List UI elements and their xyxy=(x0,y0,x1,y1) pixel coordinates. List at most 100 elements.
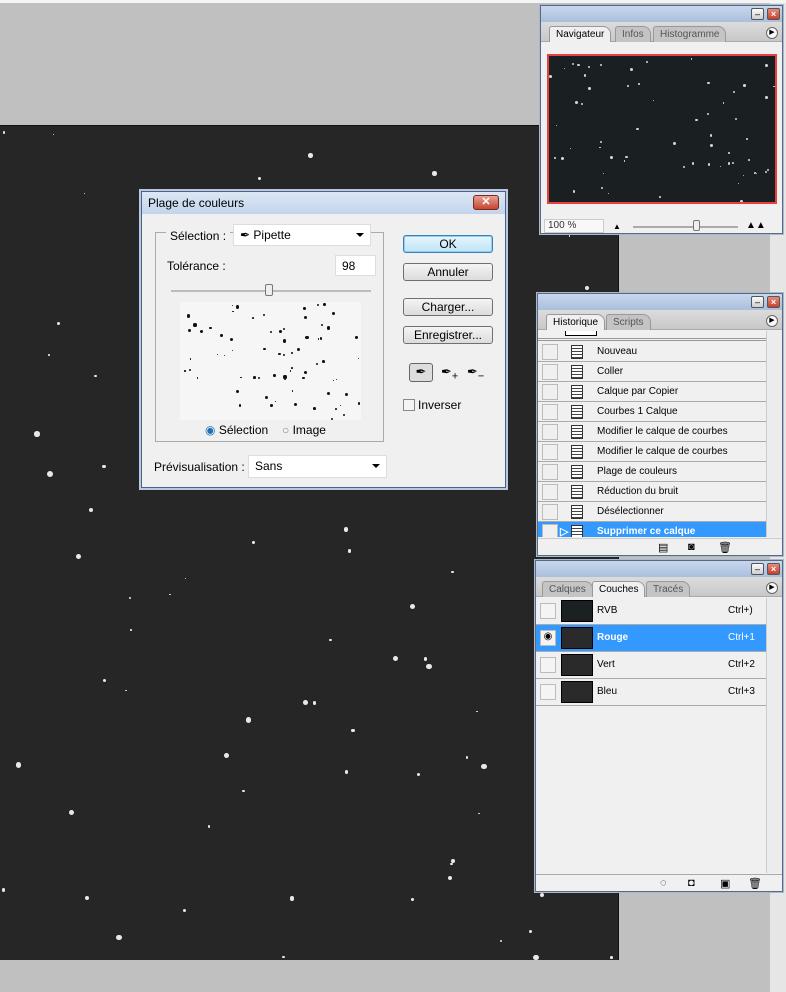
zoom-out-icon[interactable]: ▲ xyxy=(613,222,621,231)
history-item[interactable]: Nouveau xyxy=(538,342,768,362)
radio-selection-label: Sélection xyxy=(218,423,269,437)
color-range-dialog: Plage de couleurs ✕ Sélection : ✒ Pipett… xyxy=(141,191,506,488)
history-item[interactable]: Réduction du bruit xyxy=(538,482,768,502)
history-item[interactable]: Plage de couleurs xyxy=(538,462,768,482)
channel-shortcut: Ctrl+2 xyxy=(728,659,755,670)
panel-menu-icon[interactable]: ▶ xyxy=(766,27,778,39)
tab-infos[interactable]: Infos xyxy=(615,26,651,42)
zoom-slider-thumb[interactable] xyxy=(693,220,700,231)
visibility-toggle[interactable] xyxy=(540,657,556,673)
history-checkbox[interactable] xyxy=(542,384,558,400)
history-item[interactable]: Modifier le calque de courbes xyxy=(538,422,768,442)
star xyxy=(659,195,661,198)
history-checkbox[interactable] xyxy=(542,424,558,440)
history-checkbox[interactable] xyxy=(542,504,558,520)
tab-calques[interactable]: Calques xyxy=(542,581,593,597)
cancel-button[interactable]: Annuler xyxy=(403,263,493,281)
visibility-toggle[interactable]: ◉ xyxy=(540,630,556,646)
new-channel-icon[interactable]: ▣ xyxy=(720,877,730,890)
channel-row[interactable]: Vert Ctrl+2 xyxy=(536,652,766,679)
star xyxy=(102,464,107,469)
zoom-field[interactable]: 100 % xyxy=(544,219,604,233)
minimize-icon[interactable]: – xyxy=(751,8,764,20)
close-icon[interactable]: × xyxy=(767,8,780,20)
history-checkbox[interactable] xyxy=(542,404,558,420)
selection-preview[interactable] xyxy=(180,302,361,420)
minimize-icon[interactable]: – xyxy=(751,296,764,308)
history-scrollbar[interactable] xyxy=(766,331,782,537)
zoom-slider[interactable] xyxy=(633,226,738,228)
star xyxy=(282,353,286,357)
close-icon[interactable]: × xyxy=(767,296,780,308)
channels-scrollbar[interactable] xyxy=(766,598,782,873)
eyedropper-add-icon[interactable]: ✒+ xyxy=(441,364,458,383)
tab-navigateur[interactable]: Navigateur xyxy=(549,26,612,42)
history-checkbox[interactable] xyxy=(542,524,558,537)
eyedropper-tool-icon[interactable]: ✒ xyxy=(409,363,433,382)
channel-row[interactable]: RVB Ctrl+) xyxy=(536,598,766,625)
star xyxy=(393,655,399,661)
star xyxy=(302,376,306,380)
panel-titlebar[interactable]: – × xyxy=(536,561,782,577)
channel-row[interactable]: ◉ Rouge Ctrl+1 xyxy=(536,625,766,652)
channel-row[interactable]: Bleu Ctrl+3 xyxy=(536,679,766,706)
close-icon[interactable]: × xyxy=(767,563,780,575)
star xyxy=(695,118,698,122)
new-document-icon[interactable]: ▤ xyxy=(658,541,668,554)
star xyxy=(411,897,414,901)
radio-selection[interactable]: ◉ Sélection xyxy=(205,423,268,437)
tolerance-input[interactable]: 98 xyxy=(335,255,376,276)
history-item[interactable]: Désélectionner xyxy=(538,502,768,522)
selection-dropdown[interactable]: ✒ Pipette xyxy=(233,224,371,246)
history-item-label: Coller xyxy=(597,366,624,377)
star xyxy=(312,701,317,705)
star xyxy=(357,401,361,405)
history-item[interactable]: Calque par Copier xyxy=(538,382,768,402)
invert-checkbox[interactable] xyxy=(403,399,415,411)
history-checkbox[interactable] xyxy=(542,464,558,480)
history-item[interactable]: Coller xyxy=(538,362,768,382)
visibility-toggle[interactable] xyxy=(540,603,556,619)
snapshot-thumbnail[interactable] xyxy=(565,331,597,336)
navigator-preview[interactable] xyxy=(547,54,777,204)
channel-thumbnail xyxy=(561,600,593,622)
navigator-panel: – × Navigateur Infos Histogramme ▶ 100 %… xyxy=(540,5,783,234)
history-checkbox[interactable] xyxy=(542,444,558,460)
star xyxy=(599,146,601,149)
preview-dropdown[interactable]: Sans xyxy=(248,455,387,478)
trash-icon[interactable]: 🗑 xyxy=(748,877,762,890)
save-button[interactable]: Enregistrer... xyxy=(403,326,493,344)
history-item[interactable]: Modifier le calque de courbes xyxy=(538,442,768,462)
load-button[interactable]: Charger... xyxy=(403,298,493,316)
save-selection-icon[interactable]: ◘ xyxy=(688,877,695,889)
ok-button[interactable]: OK xyxy=(403,235,493,253)
tab-histogramme[interactable]: Histogramme xyxy=(653,26,727,42)
tolerance-slider-thumb[interactable] xyxy=(265,284,273,296)
panel-menu-icon[interactable]: ▶ xyxy=(766,315,778,327)
dialog-close-button[interactable]: ✕ xyxy=(473,195,499,210)
snapshot-camera-icon[interactable]: ◙ xyxy=(688,541,695,553)
tab-traces[interactable]: Tracés xyxy=(646,581,691,597)
radio-image[interactable]: ○ Image xyxy=(282,423,326,437)
history-item[interactable]: ▷ Supprimer ce calque xyxy=(538,522,768,537)
star xyxy=(722,102,724,104)
minimize-icon[interactable]: – xyxy=(751,563,764,575)
eyedropper-subtract-icon[interactable]: ✒− xyxy=(467,364,484,383)
panel-menu-icon[interactable]: ▶ xyxy=(766,582,778,594)
tab-scripts[interactable]: Scripts xyxy=(606,314,651,330)
star xyxy=(764,64,768,68)
tab-historique[interactable]: Historique xyxy=(546,314,606,330)
trash-icon[interactable]: 🗑 xyxy=(718,541,732,554)
history-checkbox[interactable] xyxy=(542,364,558,380)
history-checkbox[interactable] xyxy=(542,344,558,360)
history-item[interactable]: Courbes 1 Calque xyxy=(538,402,768,422)
load-selection-icon[interactable]: ◌ xyxy=(660,877,667,889)
panel-titlebar[interactable]: – × xyxy=(541,6,782,22)
history-checkbox[interactable] xyxy=(542,484,558,500)
zoom-in-icon[interactable]: ▲▲ xyxy=(746,220,766,231)
star xyxy=(423,656,428,661)
panel-titlebar[interactable]: – × xyxy=(538,294,782,310)
star xyxy=(125,689,127,692)
visibility-toggle[interactable] xyxy=(540,684,556,700)
tab-couches[interactable]: Couches xyxy=(592,581,646,597)
